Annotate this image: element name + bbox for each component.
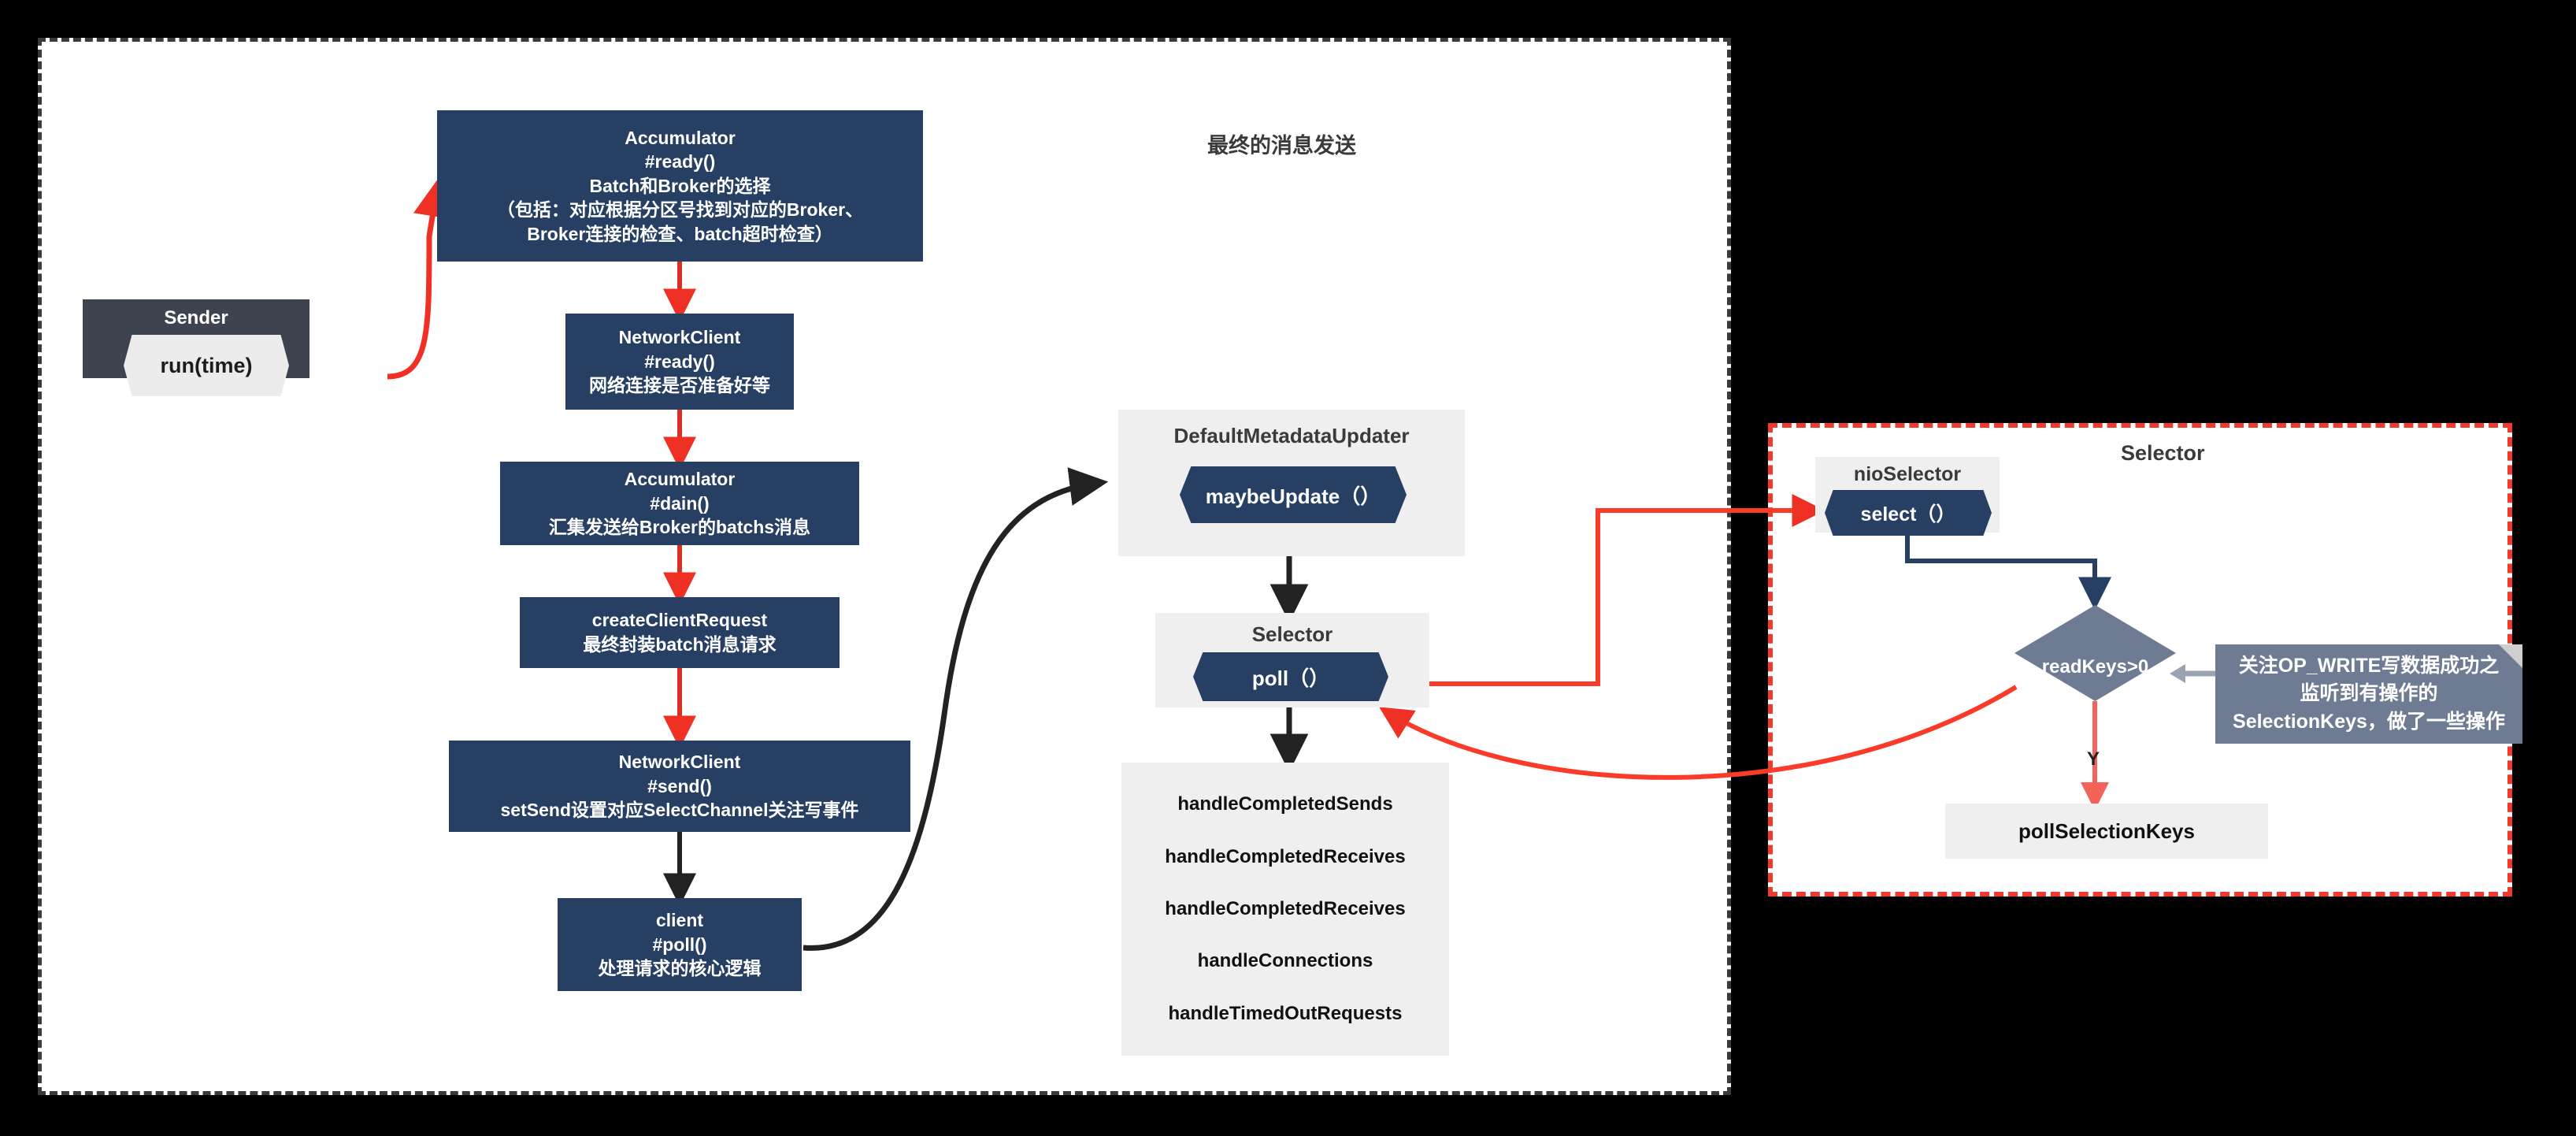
list-item[interactable]: handleTimedOutRequests [1169,1003,1403,1025]
node-line: NetworkClient [618,327,741,348]
node-line: （包括：对应根据分区号找到对应的Broker、 [496,199,864,221]
diagram-canvas: 最终的消息发送 Sender run(time) Accumulator #re… [0,0,2576,1136]
page-title: 最终的消息发送 [1207,134,1356,158]
node-line: Broker连接的检查、batch超时检查） [527,223,833,244]
selector-panel-title: Selector [2121,441,2205,465]
node-networkclient-send[interactable]: NetworkClient #send() setSend设置对应SelectC… [449,741,910,832]
node-line: NetworkClient [618,752,741,773]
list-item[interactable]: handleCompletedReceives [1165,898,1405,920]
group-title: nioSelector [1853,463,1962,485]
node-line: client [655,910,704,931]
note-fold-corner [2499,644,2522,668]
decision-label: readKeys>0 [2041,656,2149,678]
group-nio-selector: nioSelector select（） [1815,457,2000,536]
sender-run-label: run(time) [160,353,253,377]
sender-title: Sender [164,307,228,329]
node-networkclient-ready[interactable]: NetworkClient #ready() 网络连接是否准备好等 [565,314,794,410]
group-default-metadata-updater: DefaultMetadataUpdater maybeUpdate（） [1118,410,1465,556]
list-item[interactable]: handleCompletedReceives [1165,846,1405,868]
note-line: SelectionKeys，做了一些操作 [2233,710,2505,733]
node-accumulator-ready[interactable]: Accumulator #ready() Batch和Broker的选择 （包括… [437,110,923,262]
selector-poll-label: poll（） [1251,666,1330,690]
group-title: DefaultMetadataUpdater [1173,424,1410,447]
group-title: Selector [1251,622,1333,646]
node-line: 最终封装batch消息请求 [583,634,777,655]
poll-selection-keys-label: pollSelectionKeys [2018,819,2195,843]
node-line: 网络连接是否准备好等 [589,375,770,396]
node-selector-poll[interactable]: poll（） [1193,652,1388,701]
node-line: createClientRequest [591,610,768,631]
node-maybe-update[interactable]: maybeUpdate（） [1180,466,1407,523]
sender-run-node[interactable]: run(time) [124,335,289,396]
node-line: #poll() [652,934,707,955]
node-poll-selection-keys[interactable]: pollSelectionKeys [1945,804,2268,859]
maybe-update-label: maybeUpdate（） [1205,484,1381,508]
node-line: Accumulator [624,469,736,490]
node-line: 汇集发送给Broker的batchs消息 [548,517,811,538]
list-item[interactable]: handleConnections [1198,950,1373,972]
node-accumulator-drain[interactable]: Accumulator #dain() 汇集发送给Broker的batchs消息 [500,462,859,545]
nio-select-label: select（） [1860,503,1956,525]
sender-container: Sender run(time) [83,299,309,396]
note-op-write: 关注OP_WRITE写数据成功之 监听到有操作的 SelectionKeys，做… [2215,644,2522,744]
node-nio-select[interactable]: select（） [1825,490,1992,536]
node-line: #ready() [644,151,716,173]
node-create-client-request[interactable]: createClientRequest 最终封装batch消息请求 [520,597,840,668]
node-line: setSend设置对应SelectChannel关注写事件 [500,800,859,821]
node-line: #dain() [650,492,710,514]
node-line: Batch和Broker的选择 [589,175,771,196]
group-selector-mid: Selector poll（） [1155,613,1429,707]
edge-label-yes: Y [2087,748,2100,770]
group-handlers: handleCompletedSends handleCompletedRece… [1121,763,1449,1056]
node-line: Accumulator [625,127,736,148]
node-line: 处理请求的核心逻辑 [598,958,762,979]
node-client-poll[interactable]: client #poll() 处理请求的核心逻辑 [558,898,802,991]
node-line: #send() [647,775,712,796]
note-line: 监听到有操作的 [2300,682,2438,705]
note-line: 关注OP_WRITE写数据成功之 [2238,654,2500,677]
list-item[interactable]: handleCompletedSends [1177,793,1392,815]
node-line: #ready() [644,351,715,372]
